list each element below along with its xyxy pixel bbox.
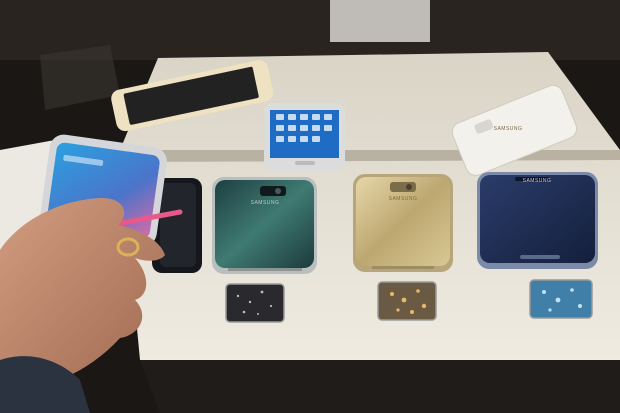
table-shadow (140, 360, 620, 413)
tray-step (118, 150, 620, 162)
brand-mark-blue: SAMSUNG (522, 178, 552, 184)
brand-mark-white: SAMSUNG (493, 126, 523, 132)
brand-mark-gold: SAMSUNG (388, 196, 418, 202)
photo-illustration (0, 0, 620, 413)
background-shirt (330, 0, 430, 42)
swatch-black-glitter (225, 283, 285, 323)
phone-gold-platinum (353, 174, 453, 272)
brand-mark-green: SAMSUNG (250, 200, 280, 206)
photo-scene: SAMSUNG SAMSUNG SAMSUNG SAMSUNG (0, 0, 620, 413)
swatch-gold-glitter (377, 281, 437, 321)
phone-green-emerald (212, 177, 317, 274)
swatch-blue-glitter (529, 279, 593, 319)
back-phone-front-display (264, 103, 345, 171)
phone-blue-sapphire (477, 172, 598, 269)
